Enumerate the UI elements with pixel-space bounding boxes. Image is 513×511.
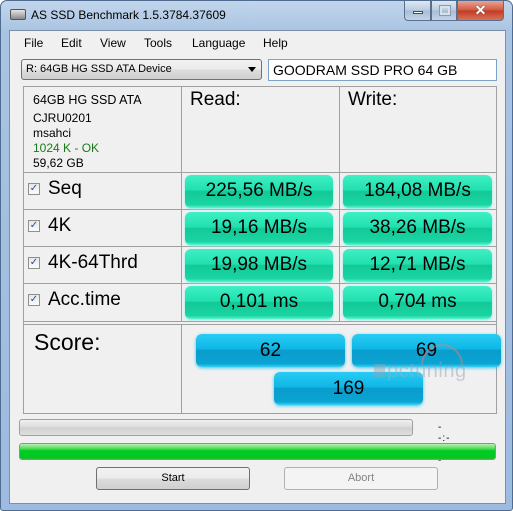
- seq-label: Seq: [48, 178, 82, 199]
- menu-language[interactable]: Language: [192, 36, 245, 50]
- seq-write-value: 184,08 MB/s: [343, 175, 492, 208]
- menu-file[interactable]: File: [24, 36, 43, 50]
- 4k-label: 4K: [48, 215, 72, 236]
- write-header-cell: Write:: [340, 87, 497, 173]
- 4k-write-value: 38,26 MB/s: [343, 212, 492, 245]
- test-row-acc-time: ✓ Acc.time: [24, 284, 182, 322]
- maximize-icon: [439, 5, 451, 16]
- test-progress-bar: [19, 419, 413, 436]
- drive-info: 64GB HG SSD ATA CJRU0201 msahci 1024 K -…: [33, 93, 142, 171]
- acc-time-checkbox[interactable]: ✓: [28, 294, 40, 306]
- drive-size: 59,62 GB: [33, 156, 84, 170]
- score-read: 62: [196, 334, 345, 367]
- drive-select-value: R: 64GB HG SSD ATA Device: [26, 63, 172, 75]
- 4k-64thrd-checkbox[interactable]: ✓: [28, 257, 40, 269]
- score-label: Score:: [34, 329, 101, 355]
- 4k-read-value: 19,16 MB/s: [185, 212, 333, 245]
- test-row-4k-64thrd: ✓ 4K-64Thrd: [24, 247, 182, 284]
- menu-edit[interactable]: Edit: [61, 36, 82, 50]
- drive-app-icon: [10, 9, 26, 20]
- read-header-cell: Read:: [182, 87, 340, 173]
- abort-button[interactable]: Abort: [284, 467, 438, 490]
- watermark-square-icon: [374, 364, 385, 378]
- test-row-4k: ✓ 4K: [24, 210, 182, 247]
- close-icon: ✕: [474, 2, 487, 18]
- menu-help[interactable]: Help: [263, 36, 288, 50]
- drive-alignment: 1024 K - OK: [33, 141, 100, 155]
- minimize-button[interactable]: [404, 1, 431, 21]
- seq-checkbox[interactable]: ✓: [28, 183, 40, 195]
- close-button[interactable]: ✕: [457, 1, 504, 21]
- acc-time-write-value: 0,704 ms: [343, 286, 492, 319]
- acc-time-read-value: 0,101 ms: [185, 286, 333, 319]
- read-header: Read:: [190, 89, 241, 110]
- menu-view[interactable]: View: [100, 36, 126, 50]
- title-bar: AS SSD Benchmark 1.5.3784.37609 ✕: [1, 1, 512, 29]
- score-label-cell: Score:: [24, 324, 182, 414]
- chevron-down-icon: [248, 67, 256, 72]
- overall-progress-bar: [19, 443, 496, 460]
- drive-model: 64GB HG SSD ATA: [33, 93, 142, 107]
- menu-bar: File Edit View Tools Language Help: [10, 31, 505, 55]
- menu-tools[interactable]: Tools: [144, 36, 172, 50]
- drive-info-cell: 64GB HG SSD ATA CJRU0201 msahci 1024 K -…: [24, 87, 182, 173]
- overall-progress-fill: [20, 444, 495, 459]
- 4k-64thrd-write-value: 12,71 MB/s: [343, 249, 492, 282]
- drive-firmware: CJRU0201: [33, 111, 92, 125]
- 4k-checkbox[interactable]: ✓: [28, 220, 40, 232]
- 4k-64thrd-read-value: 19,98 MB/s: [185, 249, 333, 282]
- minimize-icon: [413, 11, 423, 14]
- drive-select[interactable]: R: 64GB HG SSD ATA Device: [21, 59, 262, 80]
- start-button[interactable]: Start: [96, 467, 250, 490]
- drive-driver: msahci: [33, 126, 72, 140]
- 4k-64thrd-label: 4K-64Thrd: [48, 252, 138, 273]
- pctuning-watermark: pctuning: [374, 335, 472, 395]
- window-title: AS SSD Benchmark 1.5.3784.37609: [31, 8, 226, 22]
- maximize-button[interactable]: [431, 1, 457, 21]
- seq-read-value: 225,56 MB/s: [185, 175, 333, 208]
- drive-name-input[interactable]: GOODRAM SSD PRO 64 GB: [268, 59, 497, 81]
- test-row-seq: ✓ Seq: [24, 173, 182, 210]
- write-header: Write:: [348, 89, 398, 110]
- acc-time-label: Acc.time: [48, 289, 121, 310]
